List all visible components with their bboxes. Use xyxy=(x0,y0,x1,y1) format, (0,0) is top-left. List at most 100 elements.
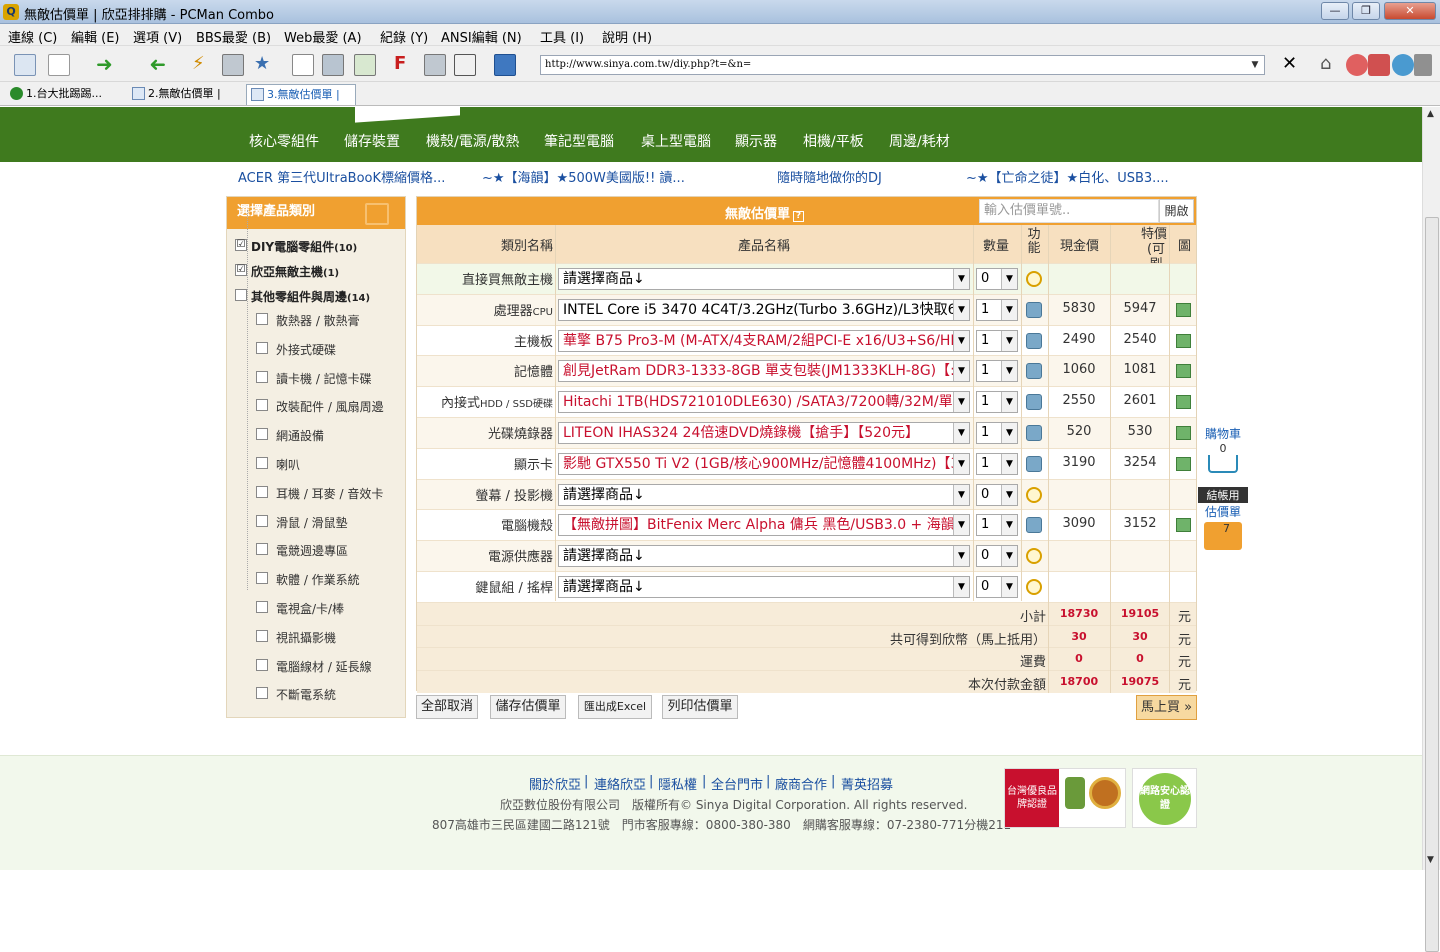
subcategory-item[interactable]: 散熱器 / 散熱膏 xyxy=(256,312,360,329)
nav-camera[interactable]: 相機/平板 xyxy=(803,131,864,151)
footer-partners[interactable]: 廠商合作 xyxy=(775,774,827,793)
product-image-icon[interactable] xyxy=(1176,426,1191,440)
chevron-down-icon[interactable]: ▼ xyxy=(1001,330,1017,351)
add-to-cart-icon[interactable] xyxy=(1026,425,1042,441)
chevron-down-icon[interactable]: ▼ xyxy=(1001,453,1017,474)
checkbox[interactable] xyxy=(256,543,268,556)
menu-edit[interactable]: 編輯 (E) xyxy=(71,27,120,46)
checkbox[interactable] xyxy=(256,485,268,498)
footer-stores[interactable]: 全台門市 xyxy=(711,774,763,793)
font-icon[interactable]: F xyxy=(394,54,416,76)
globe-icon[interactable] xyxy=(1392,54,1414,76)
chevron-down-icon[interactable]: ▼ xyxy=(953,577,969,597)
product-select[interactable]: 影馳 GTX550 Ti V2 (1GB/核心900MHz/記憶體4100MHz… xyxy=(558,452,970,475)
chevron-down-icon[interactable]: ▼ xyxy=(953,515,969,536)
chevron-down-icon[interactable]: ▼ xyxy=(953,423,969,443)
chevron-down-icon[interactable]: ▼ xyxy=(1001,577,1017,597)
product-select[interactable]: 華擎 B75 Pro3-M (M-ATX/4支RAM/2組PCI-E x16/U… xyxy=(558,329,970,352)
footer-privacy[interactable]: 隱私權 xyxy=(658,774,697,793)
mail-icon[interactable] xyxy=(1346,54,1368,76)
checkbox[interactable] xyxy=(256,572,268,585)
subcategory-item[interactable]: 讀卡機 / 記憶卡碟 xyxy=(256,370,372,387)
product-select[interactable]: LITEON IHAS324 24倍速DVD燒錄機【搶手】【520元】 ▼ xyxy=(558,422,970,444)
add-to-cart-icon[interactable] xyxy=(1026,394,1042,411)
back-icon[interactable]: ➜ xyxy=(144,52,166,76)
brand-award-badge[interactable]: 台灣優良品牌認證 xyxy=(1004,768,1126,828)
quantity-select[interactable]: 0 ▼ xyxy=(976,483,1018,506)
checkbox[interactable] xyxy=(256,658,268,671)
product-image-icon[interactable] xyxy=(1176,302,1191,317)
product-image-icon[interactable] xyxy=(1176,456,1191,471)
paste-icon[interactable] xyxy=(322,54,344,76)
scroll-up-icon[interactable]: ▲ xyxy=(1427,109,1434,119)
subcategory-item[interactable]: 耳機 / 耳麥 / 音效卡 xyxy=(256,485,383,502)
footer-about[interactable]: 關於欣亞 xyxy=(529,774,581,793)
maximize-button[interactable]: ❐ xyxy=(1352,2,1380,20)
chevron-down-icon[interactable]: ▼ xyxy=(953,453,969,474)
subcategory-item[interactable]: 外接式硬碟 xyxy=(256,341,336,358)
chevron-down-icon[interactable]: ▼ xyxy=(1246,56,1264,74)
nav-case[interactable]: 機殼/電源/散熱 xyxy=(426,131,519,151)
nav-storage[interactable]: 儲存裝置 xyxy=(344,131,400,151)
menu-help[interactable]: 說明 (H) xyxy=(602,27,652,46)
category-diy[interactable]: ☑ DIY電腦零組件(10) xyxy=(235,238,357,255)
checkbox[interactable]: ☑ xyxy=(235,264,247,276)
product-select[interactable]: 請選擇商品↓ ▼ xyxy=(558,483,970,506)
subcategory-item[interactable]: 視訊攝影機 xyxy=(256,629,336,646)
chevron-down-icon[interactable]: ▼ xyxy=(1001,269,1017,289)
tab-ptt[interactable]: 1.台大批踢踢... xyxy=(6,84,118,105)
quantity-select[interactable]: 1 ▼ xyxy=(976,391,1018,414)
menu-options[interactable]: 選項 (V) xyxy=(133,27,182,46)
marquee-item[interactable]: 隨時隨地做你的DJ xyxy=(777,167,882,186)
subcategory-item[interactable]: 改裝配件 / 風扇周邊 xyxy=(256,398,384,415)
quote-number-input[interactable]: 輸入估價單號.. xyxy=(979,199,1159,223)
checkbox[interactable] xyxy=(256,399,268,412)
menu-tools[interactable]: 工具 (I) xyxy=(540,27,584,46)
product-image-icon[interactable] xyxy=(1176,364,1191,379)
quantity-select[interactable]: 1 ▼ xyxy=(976,452,1018,475)
subcategory-item[interactable]: 滑鼠 / 滑鼠墊 xyxy=(256,514,348,531)
subcategory-item[interactable]: 不斷電系統 xyxy=(256,686,336,703)
quantity-select[interactable]: 0 ▼ xyxy=(976,268,1018,290)
quantity-select[interactable]: 0 ▼ xyxy=(976,545,1018,568)
subcategory-item[interactable]: 電視盒/卡/棒 xyxy=(256,600,344,617)
checkbox[interactable] xyxy=(256,457,268,469)
footer-careers[interactable]: 菁英招募 xyxy=(841,774,893,793)
checkbox[interactable] xyxy=(256,313,268,325)
forward-icon[interactable]: ➜ xyxy=(96,54,118,76)
chevron-down-icon[interactable]: ▼ xyxy=(953,269,969,289)
nav-peripherals[interactable]: 周邊/耗材 xyxy=(889,131,950,151)
print-quote-button[interactable]: 列印估價單 xyxy=(662,695,738,719)
buy-now-button[interactable]: 馬上買 » xyxy=(1136,695,1197,720)
cart-widget[interactable]: 購物車 0 結帳用 估價單 7 xyxy=(1198,425,1248,550)
checkbox[interactable] xyxy=(256,341,268,354)
quantity-select[interactable]: 1 ▼ xyxy=(976,298,1018,321)
disconnect-icon[interactable] xyxy=(222,54,244,76)
antiidle-icon[interactable] xyxy=(424,54,446,76)
search-icon[interactable] xyxy=(1026,579,1042,595)
product-select[interactable]: 請選擇商品↓ ▼ xyxy=(558,268,970,290)
new-tab-icon[interactable] xyxy=(48,54,70,76)
chevron-down-icon[interactable]: ▼ xyxy=(1001,515,1017,536)
chevron-down-icon[interactable]: ▼ xyxy=(953,392,969,413)
marquee-item[interactable]: ACER 第三代UltraBooK標縮價格... xyxy=(238,167,445,186)
quantity-select[interactable]: 1 ▼ xyxy=(976,422,1018,444)
marquee-item[interactable]: ~★【亡命之徒】★白化、USB3.... xyxy=(966,167,1169,186)
menu-connection[interactable]: 連線 (C) xyxy=(8,27,57,46)
product-image-icon[interactable] xyxy=(1176,395,1191,410)
save-quote-button[interactable]: 儲存估價單 xyxy=(490,695,566,719)
search-icon[interactable] xyxy=(1026,548,1042,565)
site-list-icon[interactable] xyxy=(14,54,36,76)
chevron-down-icon[interactable]: ▼ xyxy=(953,330,969,351)
subcategory-item[interactable]: 軟體 / 作業系統 xyxy=(256,571,360,588)
menu-web-favorites[interactable]: Web最愛 (A) xyxy=(284,27,362,46)
screenshot-icon[interactable] xyxy=(354,54,376,76)
blocker-icon[interactable] xyxy=(1368,54,1390,76)
footer-contact[interactable]: 連絡欣亞 xyxy=(594,774,646,793)
quote-widget-icon[interactable]: 7 xyxy=(1204,522,1242,550)
checkbox[interactable] xyxy=(256,428,268,441)
chevron-down-icon[interactable]: ▼ xyxy=(953,299,969,320)
open-button[interactable]: 開啟 xyxy=(1159,199,1194,223)
chevron-down-icon[interactable]: ▼ xyxy=(1001,299,1017,320)
chevron-down-icon[interactable]: ▼ xyxy=(953,484,969,505)
